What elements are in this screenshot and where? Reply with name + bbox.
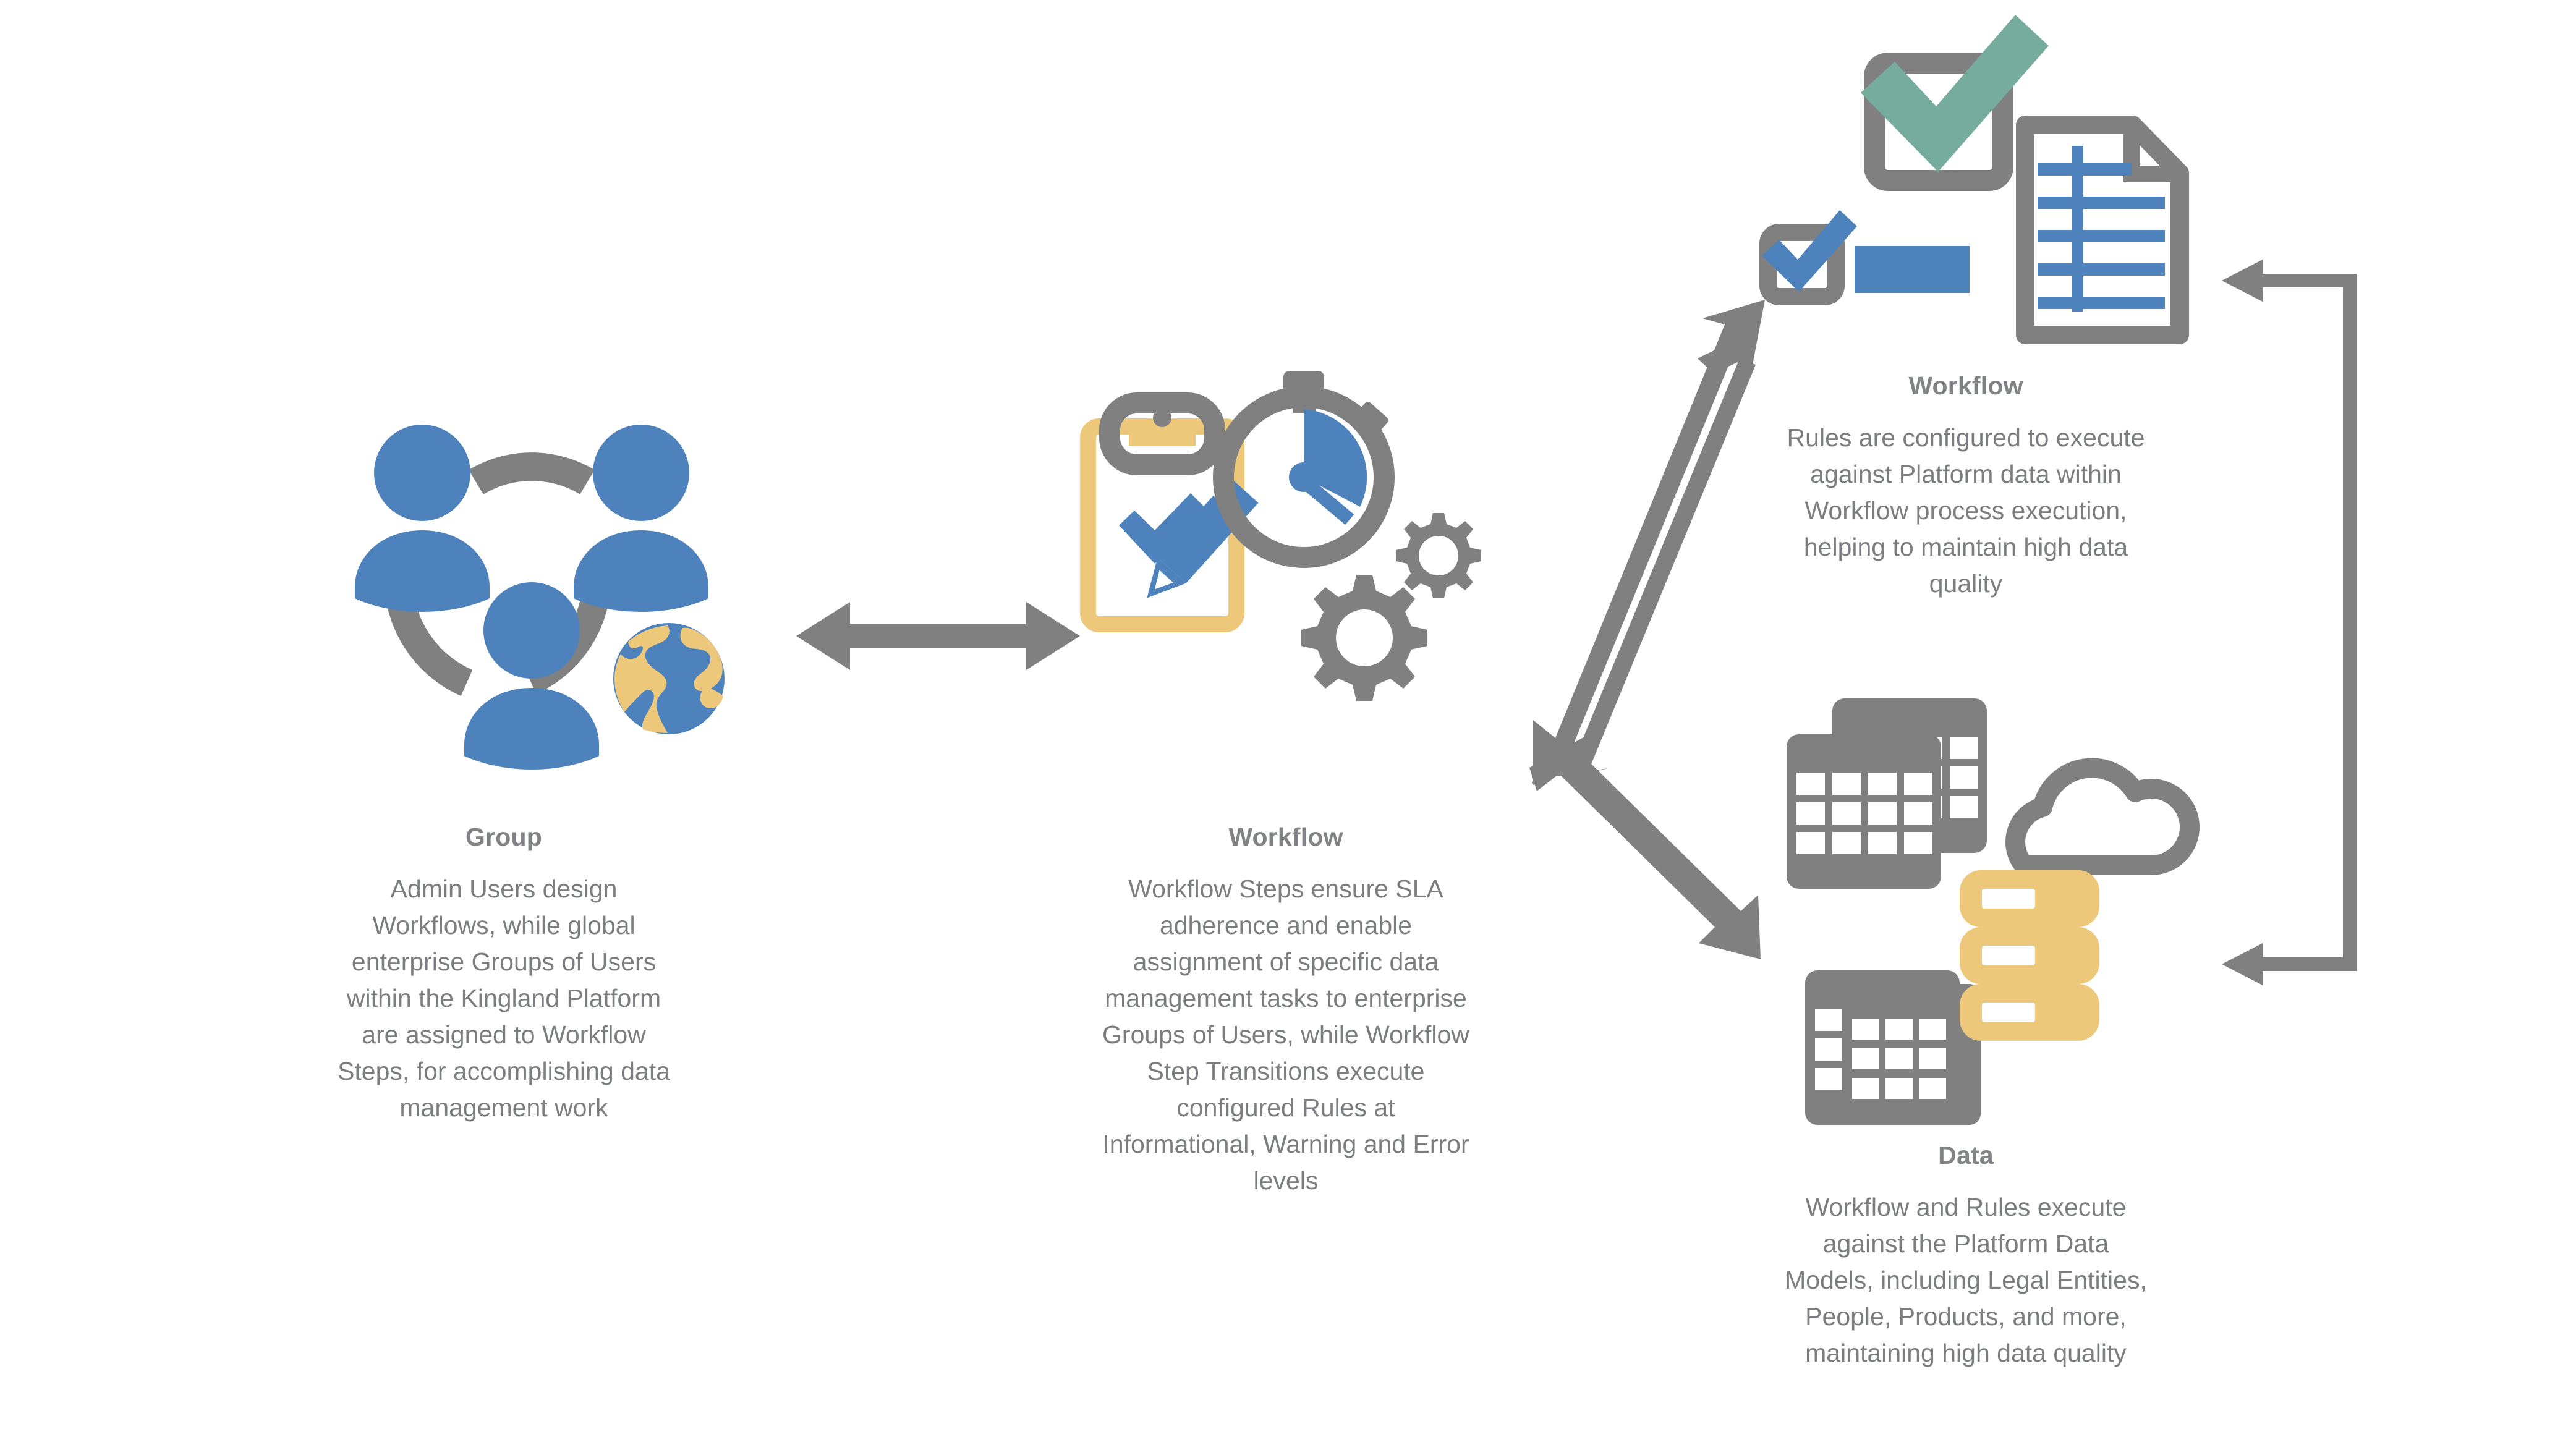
workflow-to-rules-arrow — [1532, 300, 1765, 785]
workflow-center-icon-wrap — [1069, 371, 1515, 779]
diagram-canvas: Group Admin Users design Workflows, whil… — [0, 0, 2576, 1450]
data-title: Data — [1938, 1141, 1994, 1169]
workflow-center-description: Workflow Steps ensure SLA adherence and … — [1102, 875, 1469, 1195]
group-of-users-globe-icon — [355, 425, 725, 770]
workflow-right-icon-wrap — [1743, 6, 2213, 352]
group-icon-wrap — [334, 402, 729, 785]
group-node: Group Admin Users design Workflows, whil… — [328, 822, 680, 1126]
clipboard-stopwatch-gears-icon — [1080, 371, 1481, 701]
rules-data-bracket — [2222, 260, 2357, 985]
workflow-center-title: Workflow — [1228, 823, 1343, 851]
workflow-center-node: Workflow Workflow Steps ensure SLA adher… — [1100, 822, 1471, 1199]
group-to-workflow-arrow — [796, 602, 1080, 670]
workflow-right-node: Workflow Rules are configured to execute… — [1780, 371, 2151, 602]
workflow-right-title: Workflow — [1908, 371, 2023, 400]
data-node: Data Workflow and Rules execute against … — [1780, 1140, 2151, 1372]
group-description: Admin Users design Workflows, while glob… — [338, 875, 670, 1122]
data-icon-wrap — [1780, 698, 2238, 1125]
data-description: Workflow and Rules execute against the P… — [1785, 1193, 2147, 1368]
spreadsheets-cloud-database-icon — [1787, 698, 2200, 1125]
workflow-right-description: Rules are configured to execute against … — [1787, 423, 2145, 598]
workflow-to-data-arrow — [1529, 734, 1761, 959]
checkbox-document-icon — [1759, 15, 2189, 344]
group-title: Group — [465, 823, 542, 851]
